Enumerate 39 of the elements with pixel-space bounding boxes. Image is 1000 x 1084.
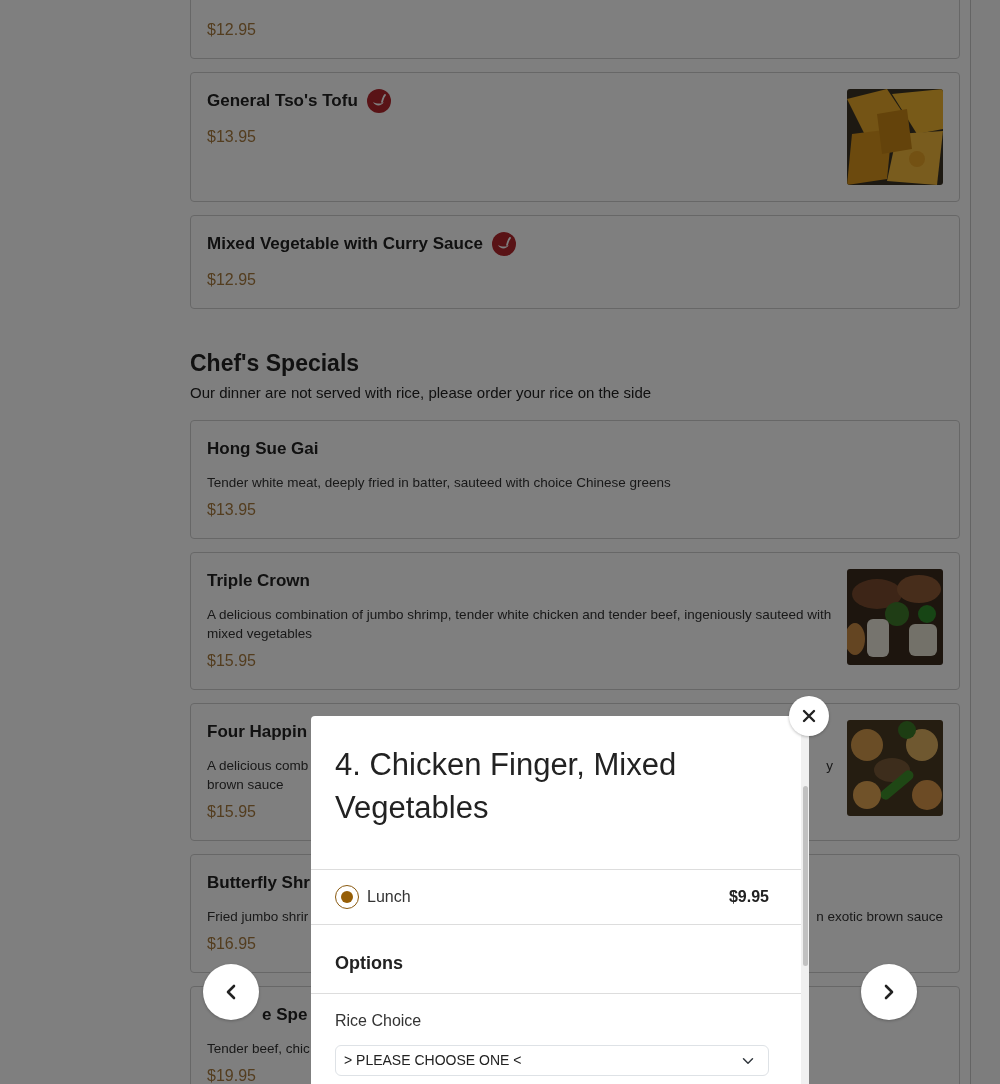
item-price: $13.95 <box>207 500 256 520</box>
item-description: brown sauce <box>207 776 284 794</box>
item-name: Triple Crown <box>207 570 310 593</box>
item-price: $15.95 <box>207 651 256 671</box>
item-name: Four Happin <box>207 721 308 744</box>
item-name: Butterfly Shr <box>207 872 310 895</box>
item-description: n exotic brown sauce <box>816 908 943 926</box>
item-name: General Tso's Tofu <box>207 90 358 113</box>
item-price: $15.95 <box>207 802 256 822</box>
item-name: Mixed Vegetable with Curry Sauce <box>207 233 483 256</box>
item-description: Tender beef, chic <box>207 1040 311 1058</box>
close-button[interactable] <box>789 696 829 736</box>
previous-button[interactable] <box>203 964 259 1020</box>
item-description: A delicious combination of jumbo shrimp, tender white chicken and tender beef, ingeniously sauteed with mixed vegetables <box>207 606 833 643</box>
item-price: $19.95 <box>207 1066 256 1084</box>
chevron-left-icon <box>226 984 236 1000</box>
section-note: Our dinner are not served with rice, please order your rice on the side <box>190 383 653 403</box>
next-button[interactable] <box>861 964 917 1020</box>
item-price: $12.95 <box>207 270 256 290</box>
modal-title: 4. Chicken Finger, Mixed Vegetables <box>334 746 678 827</box>
option-label: Lunch <box>367 887 411 907</box>
item-price: $16.95 <box>207 934 256 954</box>
item-description: Fried jumbo shrir <box>207 908 309 926</box>
size-option[interactable]: Lunch $9.95 <box>311 869 801 924</box>
select-field[interactable]: > PLEASE CHOOSE ONE < <box>335 1045 769 1076</box>
option-price: $9.95 <box>728 887 769 907</box>
item-description: Tender white meat, deeply fried in batter, sauteed with choice Chinese greens <box>207 474 672 492</box>
item-description: y <box>826 757 833 775</box>
close-icon <box>802 709 816 723</box>
item-description: A delicious comb <box>207 757 309 775</box>
item-price: $13.95 <box>207 127 256 147</box>
item-name: Hong Sue Gai <box>207 438 319 461</box>
item-name: e Spe <box>262 1004 308 1027</box>
section-heading: Chef's Specials <box>190 349 361 378</box>
options-heading: Options <box>311 924 801 993</box>
chevron-right-icon <box>884 984 894 1000</box>
field-label: Rice Choice <box>335 1011 423 1031</box>
item-price: $12.95 <box>207 20 256 40</box>
scrollbar-thumb[interactable] <box>802 786 808 966</box>
